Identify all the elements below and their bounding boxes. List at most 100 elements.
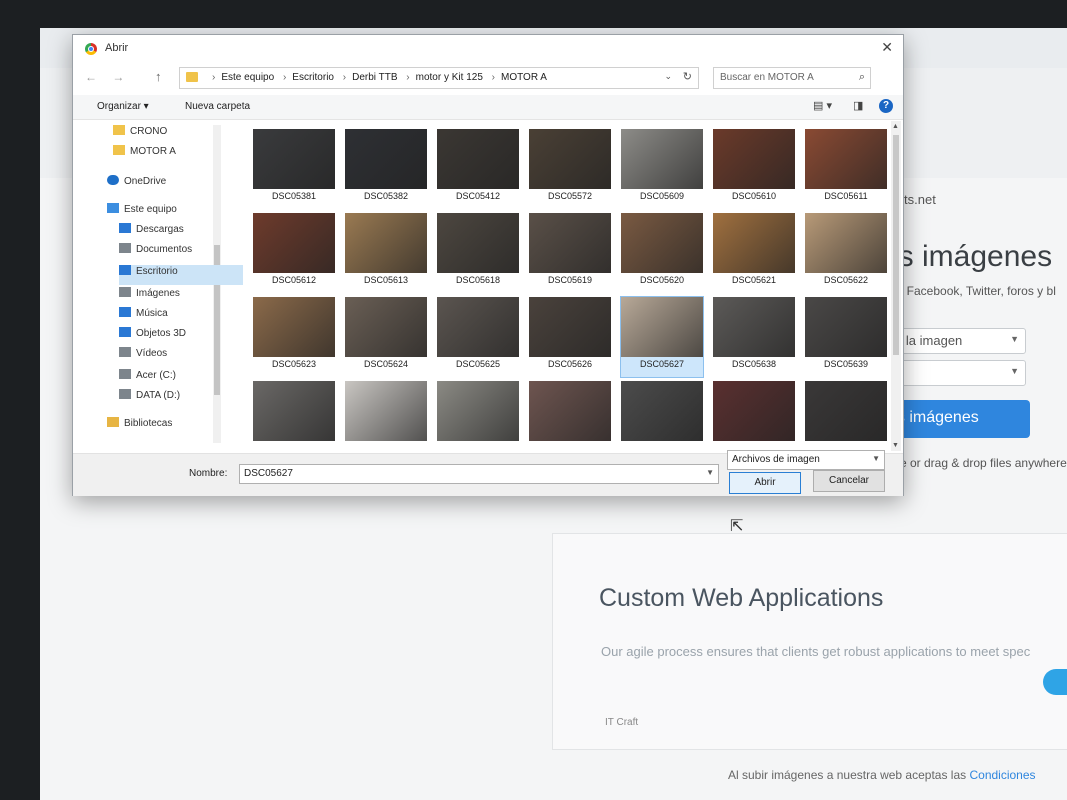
file-tile[interactable]: DSC05620: [621, 213, 703, 293]
file-tile[interactable]: DSC05621: [713, 213, 795, 293]
file-type-filter[interactable]: Archivos de imagen ▼: [727, 450, 885, 470]
sidebar-item[interactable]: Este equipo: [107, 203, 231, 223]
search-placeholder: Buscar en MOTOR A: [720, 72, 814, 83]
search-input[interactable]: Buscar en MOTOR A ⌕: [713, 67, 871, 89]
sidebar-item-label: Escritorio: [136, 266, 178, 277]
file-name: DSC05618: [455, 275, 501, 285]
file-thumbnail: [253, 381, 335, 441]
cancel-button[interactable]: Cancelar: [813, 470, 885, 492]
sidebar-item[interactable]: OneDrive: [107, 175, 231, 195]
open-button[interactable]: Abrir: [729, 472, 801, 494]
file-tile[interactable]: [345, 381, 427, 451]
folder-icon: [186, 72, 198, 82]
file-tile[interactable]: [621, 381, 703, 451]
refresh-icon[interactable]: ↻: [683, 70, 692, 83]
back-forward-icons[interactable]: ← →: [85, 70, 130, 84]
view-options-icon[interactable]: ▤ ▾: [813, 99, 832, 112]
file-thumbnail: [529, 129, 611, 189]
ad-card[interactable]: Custom Web Applications Our agile proces…: [552, 533, 1067, 750]
open-file-dialog: Abrir ✕ ← → ↑ › Este equipo › Escritorio ›…: [72, 34, 904, 496]
sidebar-item[interactable]: Bibliotecas: [107, 417, 231, 437]
file-thumbnail: [713, 213, 795, 273]
file-thumbnail: [621, 129, 703, 189]
file-name: DSC05626: [547, 359, 593, 369]
preview-pane-icon[interactable]: ◨: [853, 99, 863, 112]
file-tile[interactable]: DSC05612: [253, 213, 335, 293]
file-grid-scrollbar[interactable]: ▲ ▼: [891, 121, 901, 451]
file-thumbnail: [345, 213, 427, 273]
breadcrumb-item[interactable]: Este equipo: [221, 72, 274, 83]
file-name: DSC05613: [363, 275, 409, 285]
scroll-up-icon[interactable]: ▲: [892, 123, 899, 130]
file-name: DSC05572: [547, 191, 593, 201]
ad-source: IT Craft: [605, 717, 639, 728]
file-tile[interactable]: DSC05623: [253, 297, 335, 377]
file-tile[interactable]: DSC05622: [805, 213, 887, 293]
file-tile[interactable]: DSC05624: [345, 297, 427, 377]
scrollbar-thumb[interactable]: [893, 135, 899, 355]
breadcrumb-item[interactable]: MOTOR A: [501, 72, 547, 83]
file-name-label: Nombre:: [189, 468, 228, 479]
dialog-titlebar: Abrir ✕: [73, 35, 903, 61]
file-tile[interactable]: DSC05381: [253, 129, 335, 209]
file-thumbnail: [529, 213, 611, 273]
chevron-down-icon: ▼: [1010, 334, 1019, 344]
file-thumbnail: [805, 381, 887, 441]
file-tile[interactable]: [713, 381, 795, 451]
file-tile[interactable]: DSC05611: [805, 129, 887, 209]
desktop-icon: [119, 265, 131, 275]
file-name: DSC05639: [823, 359, 869, 369]
up-arrow-icon[interactable]: ↑: [155, 69, 162, 84]
file-tile[interactable]: DSC05625: [437, 297, 519, 377]
new-folder-button[interactable]: Nueva carpeta: [185, 101, 250, 112]
breadcrumb-item[interactable]: Derbi TTB: [352, 72, 397, 83]
file-thumbnail: [253, 129, 335, 189]
breadcrumb-item[interactable]: motor y Kit 125: [416, 72, 483, 83]
file-tile[interactable]: [805, 381, 887, 451]
file-tile[interactable]: [253, 381, 335, 451]
file-name: DSC05623: [271, 359, 317, 369]
file-tile[interactable]: DSC05627: [620, 296, 704, 378]
chevron-right-icon: ›: [212, 72, 216, 83]
sidebar-item-label: Acer (C:): [136, 370, 176, 381]
sidebar-item[interactable]: MOTOR A: [113, 145, 237, 165]
drive-icon: [119, 389, 131, 399]
search-icon: ⌕: [858, 71, 865, 83]
sidebar-item-label: Este equipo: [124, 204, 177, 215]
file-name-input[interactable]: DSC05627 ▼: [239, 464, 719, 484]
file-tile[interactable]: [529, 381, 611, 451]
file-tile[interactable]: DSC05626: [529, 297, 611, 377]
file-tile[interactable]: DSC05613: [345, 213, 427, 293]
music-icon: [119, 307, 131, 317]
file-tile[interactable]: DSC05382: [345, 129, 427, 209]
chevron-down-icon[interactable]: ⌄: [664, 71, 672, 82]
file-name: DSC05612: [271, 275, 317, 285]
file-tile[interactable]: [437, 381, 519, 451]
chevron-down-icon[interactable]: ▼: [706, 468, 714, 477]
terms-notice: Al subir imágenes a nuestra web aceptas …: [728, 768, 1036, 782]
terms-text: Al subir imágenes a nuestra web aceptas …: [728, 768, 967, 782]
file-tile[interactable]: DSC05572: [529, 129, 611, 209]
breadcrumb-item[interactable]: Escritorio: [292, 72, 334, 83]
file-tile[interactable]: DSC05609: [621, 129, 703, 209]
sidebar-item-label: Documentos: [136, 244, 193, 255]
ad-cta-button[interactable]: [1043, 669, 1067, 695]
ad-description: Our agile process ensures that clients g…: [601, 644, 1031, 659]
file-tile[interactable]: DSC05618: [437, 213, 519, 293]
file-tile[interactable]: DSC05639: [805, 297, 887, 377]
address-bar[interactable]: › Este equipo › Escritorio › Derbi TTB › mot…: [179, 67, 699, 89]
file-tile[interactable]: DSC05412: [437, 129, 519, 209]
organize-button[interactable]: Organizar ▾: [97, 101, 149, 112]
scroll-down-icon[interactable]: ▼: [892, 442, 899, 449]
file-tile[interactable]: DSC05610: [713, 129, 795, 209]
file-name: DSC05620: [639, 275, 685, 285]
help-icon[interactable]: ?: [879, 99, 893, 113]
close-icon[interactable]: ✕: [881, 39, 893, 56]
file-tile[interactable]: DSC05638: [713, 297, 795, 377]
sidebar-item[interactable]: CRONO: [113, 125, 237, 145]
terms-link[interactable]: Condiciones: [969, 768, 1035, 782]
dialog-title: Abrir: [105, 42, 129, 54]
file-thumbnail: [713, 381, 795, 441]
file-tile[interactable]: DSC05619: [529, 213, 611, 293]
file-thumbnail: [437, 213, 519, 273]
